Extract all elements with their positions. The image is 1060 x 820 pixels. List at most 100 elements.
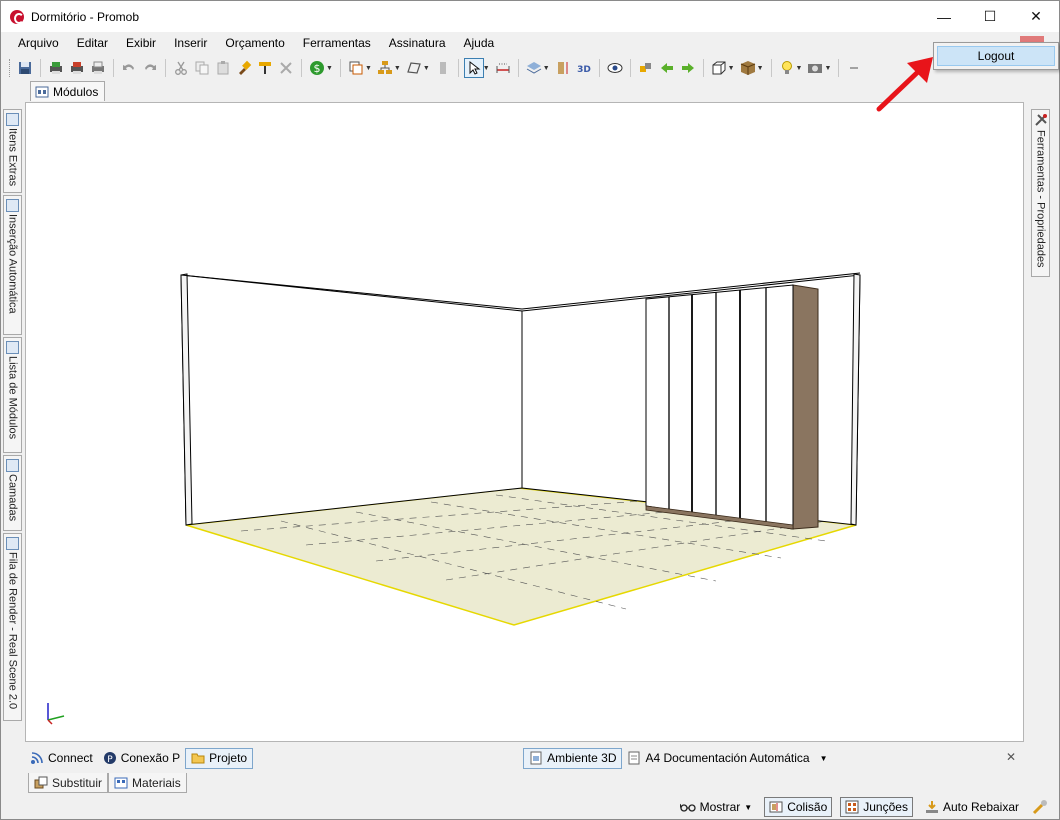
- app-window: Dormitório - Promob — ☐ ✕ Arquivo Editar…: [0, 0, 1060, 820]
- cut-icon[interactable]: [171, 58, 191, 78]
- folder-icon: [191, 753, 205, 764]
- tab-ferramentas-propriedades[interactable]: Ferramentas - Propriedades: [1031, 109, 1050, 277]
- render-queue-icon: [6, 537, 19, 550]
- redo-icon[interactable]: [140, 58, 160, 78]
- collision-icon: [769, 801, 783, 813]
- close-tab-icon[interactable]: ✕: [1006, 750, 1016, 764]
- modules-tab[interactable]: Módulos: [30, 81, 106, 101]
- undo-icon[interactable]: [119, 58, 139, 78]
- title-bar: Dormitório - Promob — ☐ ✕: [1, 1, 1059, 32]
- chevron-down-icon: ▼: [744, 802, 753, 812]
- hierarchy-icon[interactable]: [375, 58, 395, 78]
- materials-icon: [114, 777, 128, 788]
- document-icon: [628, 751, 640, 765]
- rss-icon: [31, 752, 43, 764]
- axis-gizmo: [47, 703, 65, 725]
- tab-conexao-p[interactable]: P Conexão P: [98, 748, 185, 769]
- menu-editar[interactable]: Editar: [68, 32, 117, 55]
- room-3d-scene: [47, 272, 861, 725]
- bottom-panel-tabs: Substituir Materiais: [28, 773, 187, 795]
- annotation-arrow-icon: [876, 57, 933, 112]
- document-3d-icon: [530, 751, 542, 765]
- paperclip-icon: [6, 113, 19, 126]
- eye-icon[interactable]: [605, 58, 625, 78]
- menu-ferramentas[interactable]: Ferramentas: [294, 32, 380, 55]
- arrow-left-icon[interactable]: [657, 58, 677, 78]
- chevron-down-icon[interactable]: ▼: [820, 754, 828, 763]
- layout-icon[interactable]: [346, 58, 366, 78]
- box-view-icon[interactable]: [709, 58, 729, 78]
- menu-exibir[interactable]: Exibir: [117, 32, 165, 55]
- logout-menu-item[interactable]: Logout: [937, 46, 1055, 66]
- window-controls: — ☐ ✕: [921, 1, 1059, 32]
- conexao-icon: P: [103, 752, 116, 765]
- paste-icon[interactable]: [213, 58, 233, 78]
- light-bulb-icon[interactable]: [777, 58, 797, 78]
- auto-lower-icon: [925, 801, 938, 813]
- left-wall: [180, 274, 523, 526]
- tab-connect[interactable]: Connect: [25, 748, 98, 769]
- measure-icon[interactable]: [493, 58, 513, 78]
- tab-materiais[interactable]: Materiais: [108, 773, 187, 793]
- budget-dollar-icon[interactable]: $: [307, 58, 327, 78]
- 3d-viewport[interactable]: [25, 102, 1024, 742]
- tab-a4-documentacion[interactable]: A4 Documentación Automática ▼: [622, 748, 832, 769]
- package-icon[interactable]: [738, 58, 758, 78]
- tab-fila-de-render[interactable]: Fila de Render - Real Scene 2.0: [3, 533, 22, 721]
- height-icon[interactable]: [553, 58, 573, 78]
- auto-lower-toggle[interactable]: Auto Rebaixar: [921, 797, 1023, 817]
- modules-tab-label: Módulos: [53, 84, 99, 99]
- list-icon: [6, 341, 19, 354]
- menu-inserir[interactable]: Inserir: [165, 32, 216, 55]
- status-bar: Mostrar ▼ Colisão Junções Auto Rebaixar: [1, 795, 1059, 819]
- junctions-toggle[interactable]: Junções: [840, 797, 913, 817]
- maximize-button[interactable]: ☐: [967, 1, 1013, 32]
- cubes-icon[interactable]: [636, 58, 656, 78]
- menu-orcamento[interactable]: Orçamento: [216, 32, 293, 55]
- tab-lista-de-modulos[interactable]: Lista de Módulos: [3, 337, 22, 453]
- wardrobe[interactable]: [645, 284, 819, 530]
- roller-icon[interactable]: [255, 58, 275, 78]
- replace-icon: [34, 776, 48, 788]
- copy-icon[interactable]: [192, 58, 212, 78]
- panel-icon[interactable]: [433, 58, 453, 78]
- tab-substituir[interactable]: Substituir: [28, 773, 109, 793]
- tab-projeto[interactable]: Projeto: [185, 747, 254, 769]
- menu-assinatura[interactable]: Assinatura: [380, 32, 455, 55]
- 3d-view-icon[interactable]: 3D: [574, 58, 594, 78]
- wrench-icon[interactable]: [1031, 798, 1049, 816]
- more-tools-icon[interactable]: [844, 58, 864, 78]
- modules-icon: [35, 86, 49, 97]
- tab-ambiente-3d[interactable]: Ambiente 3D: [523, 747, 623, 769]
- auto-insert-icon: [6, 199, 19, 212]
- print-icon[interactable]: [88, 58, 108, 78]
- glasses-icon: [679, 803, 696, 812]
- collision-toggle[interactable]: Colisão: [764, 797, 833, 817]
- paint-brush-icon[interactable]: [234, 58, 254, 78]
- toolbar-grip: [9, 59, 12, 77]
- bottom-tab-strip: Connect P Conexão P Projeto Ambiente 3D …: [25, 746, 1024, 770]
- minimize-button[interactable]: —: [921, 1, 967, 32]
- shape-icon[interactable]: [404, 58, 424, 78]
- camera-icon[interactable]: [805, 58, 825, 78]
- print-green-icon[interactable]: [46, 58, 66, 78]
- layers-icon[interactable]: [524, 58, 544, 78]
- close-button[interactable]: ✕: [1013, 1, 1059, 32]
- svg-text:3D: 3D: [577, 65, 591, 75]
- select-pointer-icon[interactable]: [463, 58, 484, 78]
- svg-text:$: $: [314, 62, 321, 75]
- window-title: Dormitório - Promob: [31, 9, 140, 24]
- menu-arquivo[interactable]: Arquivo: [9, 32, 68, 55]
- menu-ajuda[interactable]: Ajuda: [455, 32, 504, 55]
- print-red-icon[interactable]: [67, 58, 87, 78]
- junctions-icon: [845, 800, 859, 814]
- show-dropdown[interactable]: Mostrar ▼: [676, 797, 757, 817]
- tab-camadas[interactable]: Camadas: [3, 455, 22, 531]
- save-icon[interactable]: [15, 58, 35, 78]
- delete-icon[interactable]: [276, 58, 296, 78]
- arrow-right-icon[interactable]: [678, 58, 698, 78]
- tab-itens-extras[interactable]: Itens Extras: [3, 109, 22, 193]
- svg-text:P: P: [107, 755, 113, 765]
- tab-insercao-automatica[interactable]: Inserção Automática: [3, 195, 22, 335]
- promob-logo-icon: [10, 9, 24, 24]
